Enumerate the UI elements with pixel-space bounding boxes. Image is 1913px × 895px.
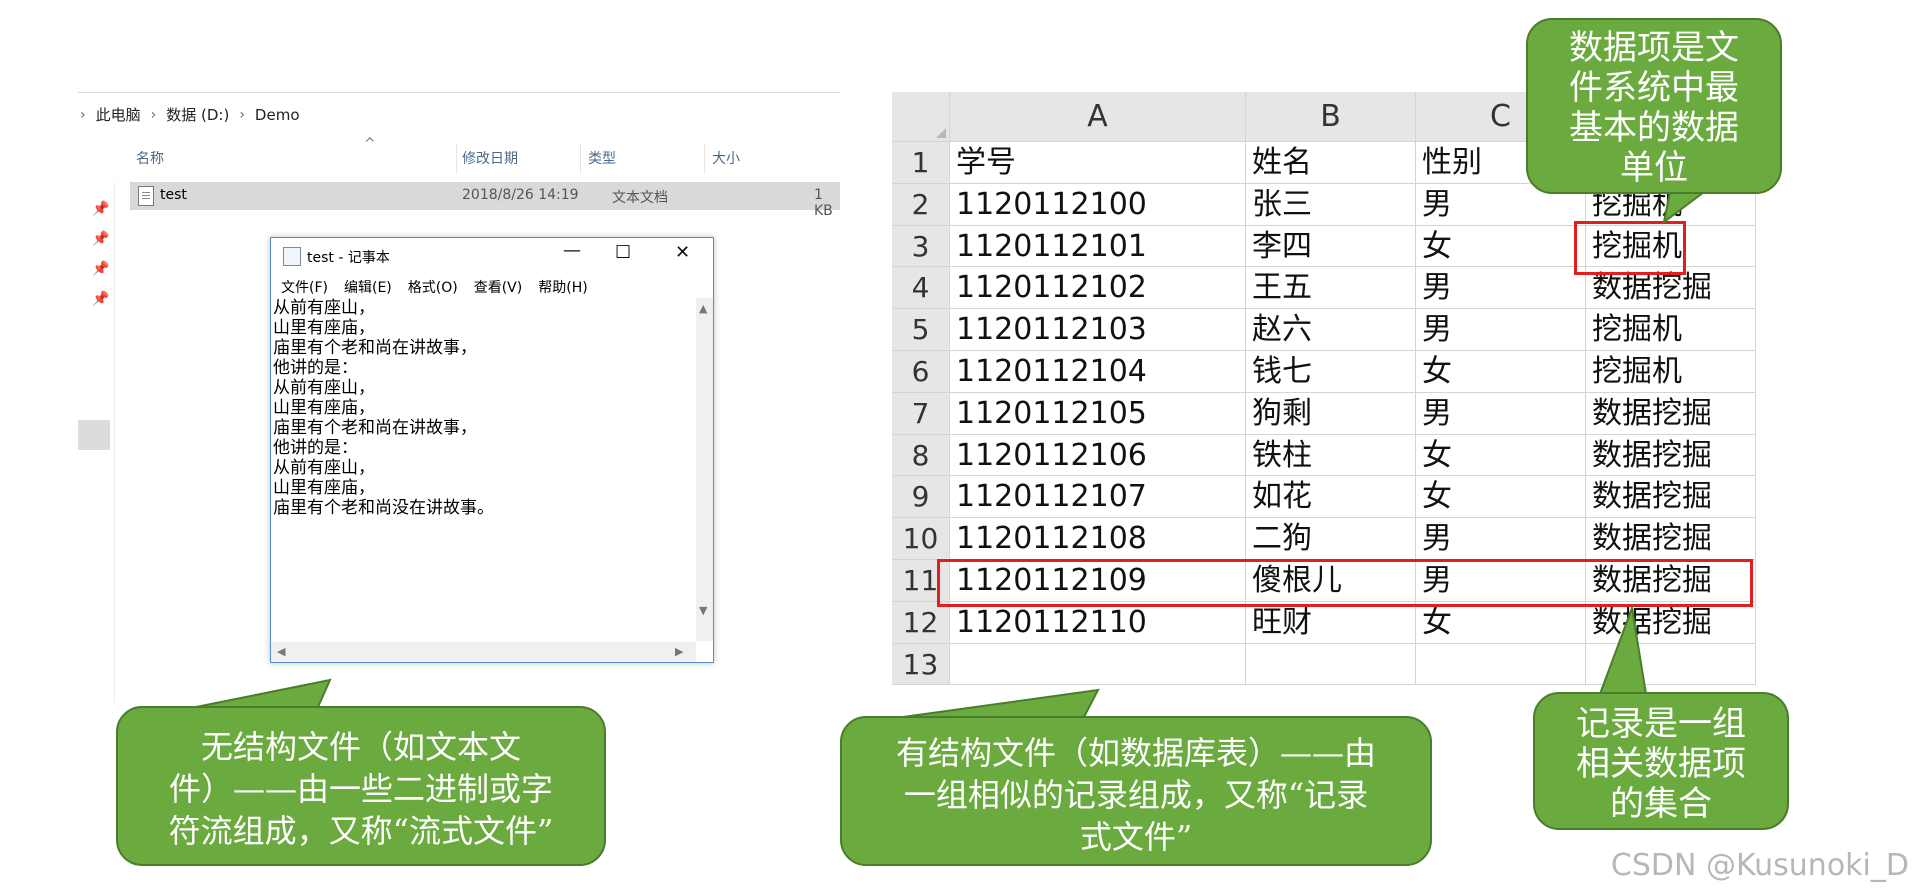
callout-unstructured-text: 无结构文件（如文本文 件）——由一些二进制或字 符流组成，又称“流式文件” [168, 728, 554, 850]
data-item-tail [1662, 191, 1707, 225]
watermark: CSDN @Kusunoki_D [1610, 848, 1909, 883]
unstructured-tail [195, 678, 332, 708]
record-tail [1598, 604, 1648, 695]
callout-structured-text: 有结构文件（如数据库表）——由 一组相似的记录组成，又称“记录 式文件” [895, 734, 1376, 856]
callout-data-item-text: 数据项是文 件系统中最 基本的数据 单位 [1569, 28, 1739, 188]
callout-data-item: 数据项是文 件系统中最 基本的数据 单位 [1526, 18, 1782, 194]
callout-record: 记录是一组 相关数据项 的集合 [1533, 692, 1789, 830]
structured-tail [902, 688, 1100, 718]
callout-unstructured-file: 无结构文件（如文本文 件）——由一些二进制或字 符流组成，又称“流式文件” [116, 706, 606, 866]
callout-record-text: 记录是一组 相关数据项 的集合 [1576, 704, 1746, 824]
callout-structured-file: 有结构文件（如数据库表）——由 一组相似的记录组成，又称“记录 式文件” [840, 716, 1432, 866]
